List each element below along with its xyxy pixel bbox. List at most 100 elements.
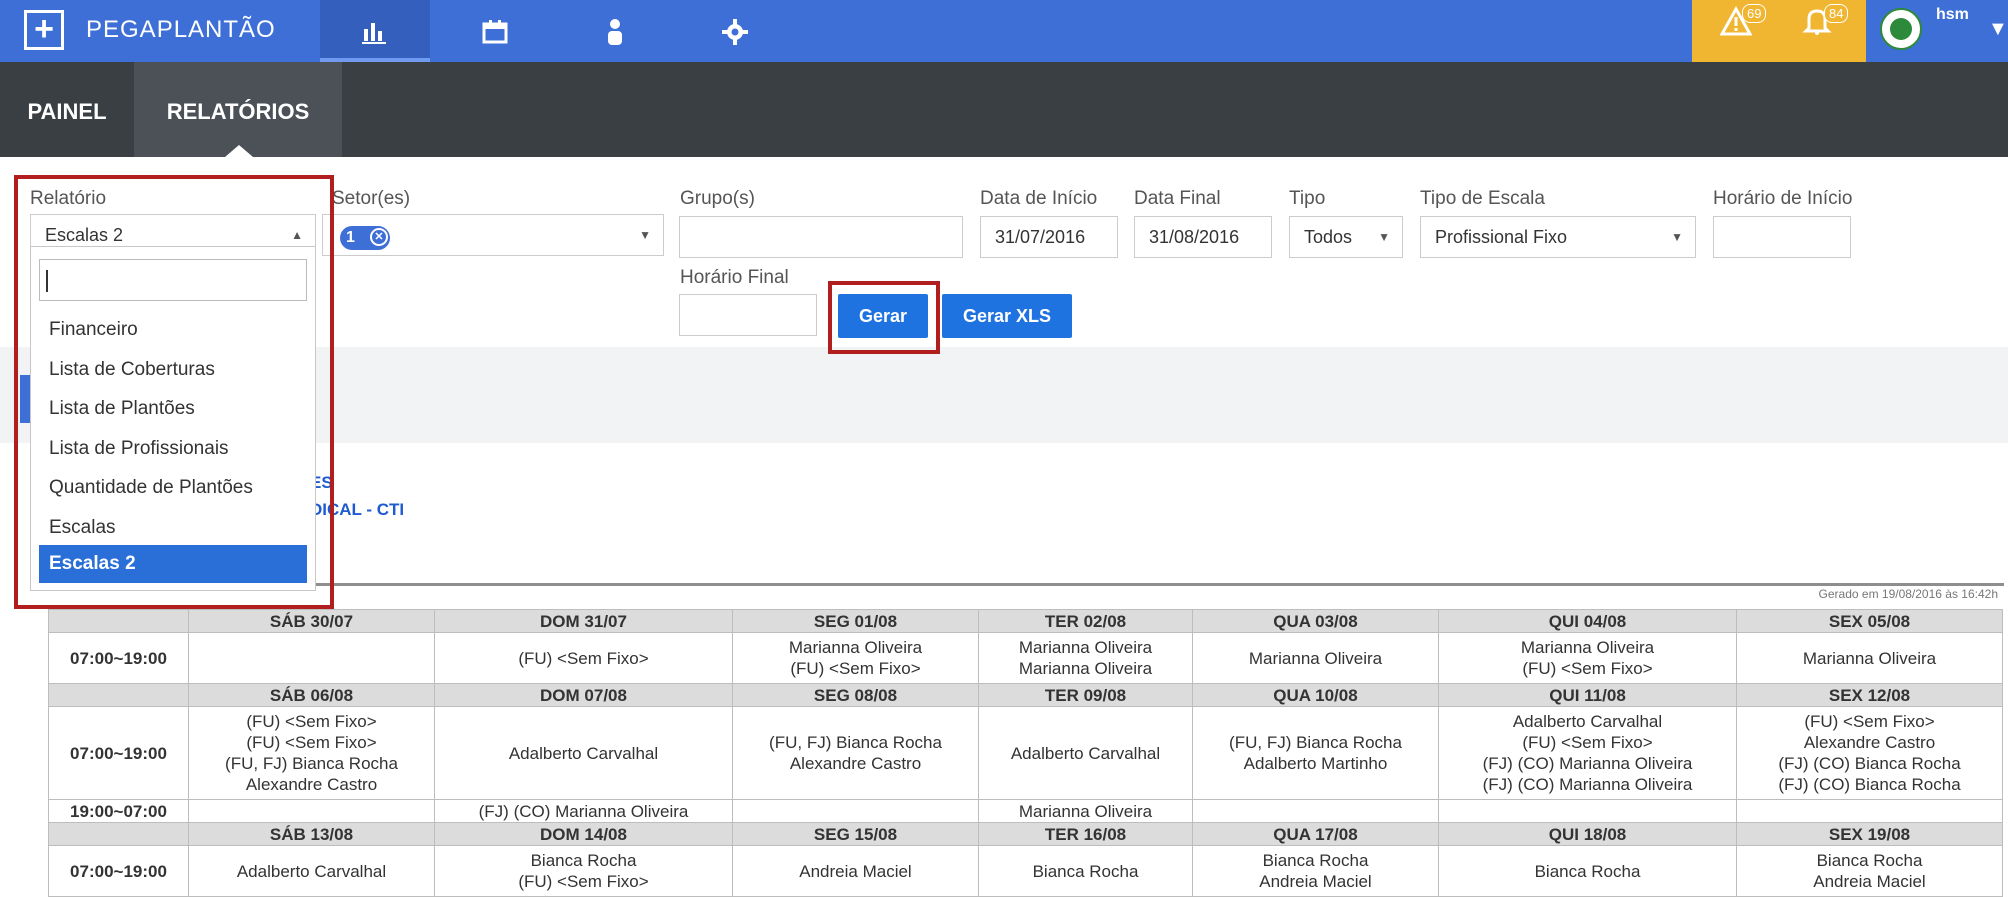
week-header-row: SÁB 13/08 DOM 14/08 SEG 15/08 TER 16/08 QUA … — [48, 822, 2003, 846]
table-row: 07:00~19:00 (FU) <Sem Fixo> (FU) <Sem Fix… — [48, 706, 2003, 800]
tab-relatorios[interactable]: RELATÓRIOS — [134, 62, 342, 157]
shift-cell: Marianna Oliveira (FU) <Sem Fixo> — [732, 632, 979, 684]
data-final-value: 31/08/2016 — [1149, 227, 1240, 247]
caret-down-icon: ▼ — [1671, 230, 1683, 244]
plus-square-icon[interactable]: + — [24, 10, 64, 50]
dropdown-option-selected[interactable]: Escalas 2 — [39, 545, 307, 583]
shift-cell: (FU) <Sem Fixo> Alexandre Castro (FJ) (C… — [1736, 706, 2003, 800]
shift-cell: Adalberto Carvalhal (FU) <Sem Fixo> (FJ)… — [1438, 706, 1737, 800]
shift-cell: Marianna Oliveira Marianna Oliveira — [978, 632, 1193, 684]
shift-cell — [188, 632, 435, 684]
warning-icon[interactable]: 69 — [1719, 4, 1767, 44]
dropdown-option[interactable]: Lista de Plantões — [31, 390, 315, 428]
horario-final-input[interactable] — [679, 294, 817, 336]
shift-cell: (FU) <Sem Fixo> — [434, 632, 733, 684]
day-header: SEX 05/08 — [1736, 609, 2003, 633]
setor-badge[interactable]: 1 ✕ — [340, 226, 390, 250]
day-header: QUI 04/08 — [1438, 609, 1737, 633]
shift-cell: Adalberto Carvalhal — [978, 706, 1193, 800]
top-navbar: + PEGAPLANTÃO 69 84 hsm ▼ — [0, 0, 2008, 62]
dropdown-search-input[interactable] — [39, 259, 307, 301]
data-final-input[interactable]: 31/08/2016 — [1134, 216, 1272, 258]
dropdown-option[interactable]: Financeiro — [31, 311, 315, 349]
sector-name-partial[interactable]: DICAL - CTI — [310, 500, 404, 520]
shift-cell: Marianna Oliveira — [1736, 632, 2003, 684]
results-tab-indicator — [20, 375, 30, 423]
day-header: SEG 15/08 — [732, 822, 979, 846]
day-header: SEX 12/08 — [1736, 683, 2003, 707]
day-header: QUA 10/08 — [1192, 683, 1439, 707]
header-blank-cell — [48, 683, 189, 707]
sub-navigation: PAINEL RELATÓRIOS — [0, 62, 2008, 157]
shift-cell — [732, 799, 979, 823]
tipo-escala-select[interactable]: Profissional Fixo ▼ — [1420, 216, 1696, 258]
active-tab-indicator — [225, 145, 253, 157]
tipo-escala-value: Profissional Fixo — [1435, 227, 1568, 247]
shift-cell: (FU, FJ) Bianca Rocha Adalberto Martinho — [1192, 706, 1439, 800]
week-header-row: SÁB 06/08 DOM 07/08 SEG 08/08 TER 09/08 QUA … — [48, 683, 2003, 707]
text-cursor — [46, 270, 48, 292]
relatorio-dropdown: Financeiro Lista de Coberturas Lista de … — [30, 246, 316, 591]
day-header: QUI 11/08 — [1438, 683, 1737, 707]
bell-icon[interactable]: 84 — [1802, 4, 1849, 44]
data-final-label: Data Final — [1134, 188, 1221, 209]
dropdown-option[interactable]: Lista de Profissionais — [31, 430, 315, 468]
day-header: SÁB 30/07 — [188, 609, 435, 633]
tipo-escala-label: Tipo de Escala — [1420, 188, 1545, 209]
dropdown-option[interactable]: Lista de Coberturas — [31, 351, 315, 389]
calendar-icon[interactable] — [440, 0, 550, 62]
grupo-input[interactable] — [679, 216, 963, 258]
dropdown-option[interactable]: Escalas — [31, 509, 315, 547]
brand-name[interactable]: PEGAPLANTÃO — [86, 16, 276, 44]
shift-cell: Bianca Rocha — [1438, 845, 1737, 897]
shift-cell: (FJ) (CO) Marianna Oliveira — [434, 799, 733, 823]
tab-painel[interactable]: PAINEL — [0, 62, 134, 157]
generated-timestamp: Gerado em 19/08/2016 às 16:42h — [1818, 587, 1998, 601]
dropdown-option[interactable]: Quantidade de Plantões — [31, 469, 315, 507]
shift-cell — [188, 799, 435, 823]
shift-cell: (FU) <Sem Fixo> (FU) <Sem Fixo> (FU, FJ)… — [188, 706, 435, 800]
week-header-row: SÁB 30/07 DOM 31/07 SEG 01/08 TER 02/08 QUA … — [48, 609, 2003, 633]
day-header: QUA 17/08 — [1192, 822, 1439, 846]
table-row: 07:00~19:00 (FU) <Sem Fixo> Marianna Olive… — [48, 632, 2003, 684]
day-header: TER 09/08 — [978, 683, 1193, 707]
gerar-button[interactable]: Gerar — [838, 294, 928, 338]
data-inicio-label: Data de Início — [980, 188, 1098, 209]
day-header: SÁB 06/08 — [188, 683, 435, 707]
user-menu[interactable]: hsm ▼ — [1866, 0, 2008, 62]
warning-count: 69 — [1742, 4, 1767, 23]
horario-inicio-input[interactable] — [1713, 216, 1851, 258]
day-header: SÁB 13/08 — [188, 822, 435, 846]
table-row: 19:00~07:00 (FJ) (CO) Marianna Oliveira Ma… — [48, 799, 2003, 823]
day-header: SEG 08/08 — [732, 683, 979, 707]
relatorio-value: Escalas 2 — [45, 225, 124, 245]
day-header: QUA 03/08 — [1192, 609, 1439, 633]
remove-icon[interactable]: ✕ — [370, 228, 388, 246]
chevron-down-icon[interactable]: ▼ — [1988, 18, 2008, 41]
shift-cell: Bianca Rocha — [978, 845, 1193, 897]
username: hsm — [1936, 6, 1969, 23]
caret-down-icon: ▼ — [639, 228, 651, 242]
shift-cell: Marianna Oliveira — [978, 799, 1193, 823]
gear-icon[interactable] — [680, 0, 790, 62]
gerar-xls-button[interactable]: Gerar XLS — [942, 294, 1072, 338]
shift-time: 07:00~19:00 — [48, 706, 189, 800]
bar-chart-icon[interactable] — [320, 0, 430, 62]
shift-cell: Marianna Oliveira (FU) <Sem Fixo> — [1438, 632, 1737, 684]
table-row: 07:00~19:00 Adalberto Carvalhal Bianca Roc… — [48, 845, 2003, 897]
bell-count: 84 — [1824, 4, 1849, 23]
tipo-value: Todos — [1304, 227, 1353, 247]
user-icon[interactable] — [560, 0, 670, 62]
day-header: TER 02/08 — [978, 609, 1193, 633]
alerts-area: 69 84 — [1692, 0, 1866, 62]
shift-cell: Adalberto Carvalhal — [434, 706, 733, 800]
horario-final-label: Horário Final — [680, 267, 789, 288]
data-inicio-input[interactable]: 31/07/2016 — [980, 216, 1118, 258]
schedule-table: SÁB 30/07 DOM 31/07 SEG 01/08 TER 02/08 QUA … — [48, 609, 2003, 897]
tipo-select[interactable]: Todos ▼ — [1289, 216, 1403, 258]
grupo-label: Grupo(s) — [680, 188, 755, 209]
day-header: SEX 19/08 — [1736, 822, 2003, 846]
shift-cell — [1192, 799, 1439, 823]
shift-cell — [1438, 799, 1737, 823]
hospital-avatar-icon — [1880, 8, 1922, 50]
